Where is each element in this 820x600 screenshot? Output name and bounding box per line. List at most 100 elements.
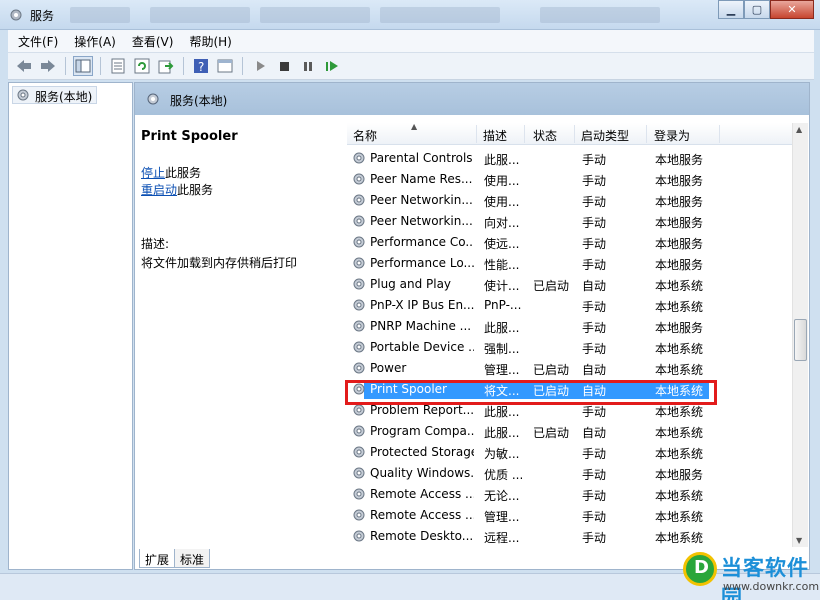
service-gear-icon: [352, 529, 366, 546]
tree-item-services-local[interactable]: 服务(本地): [12, 86, 98, 104]
stop-service-icon[interactable]: [274, 56, 294, 76]
service-row[interactable]: Peer Networkin... 向对... 手动 本地服务: [347, 211, 793, 232]
forward-icon[interactable]: [38, 56, 58, 76]
tab-extended[interactable]: 扩展: [139, 549, 176, 568]
scroll-up-icon[interactable]: ▲: [796, 125, 802, 134]
service-startup-type: 手动: [582, 153, 607, 167]
service-startup-type: 手动: [582, 489, 607, 503]
service-row[interactable]: Performance Co... 使远... 手动 本地服务: [347, 232, 793, 253]
service-row[interactable]: Peer Networkin... 使用... 手动 本地服务: [347, 190, 793, 211]
service-status: 已启动: [533, 426, 570, 440]
service-row[interactable]: Protected Storage 为敏... 手动 本地系统: [347, 442, 793, 463]
services-list: ▲ 名称 描述 状态 启动类型 登录为 Parental Controls 此服.…: [347, 123, 793, 547]
background-tab-ghost: [260, 7, 370, 23]
column-header-startup-type[interactable]: 启动类型: [581, 127, 629, 144]
service-gear-icon: [352, 445, 366, 462]
service-row[interactable]: Parental Controls 此服... 手动 本地服务: [347, 148, 793, 169]
restart-service-link[interactable]: 重启动: [141, 183, 177, 197]
scrollbar-thumb[interactable]: [794, 319, 807, 361]
column-header-logon-as[interactable]: 登录为: [654, 127, 690, 144]
service-name: Remote Access ...: [370, 508, 474, 522]
service-row[interactable]: Plug and Play 使计... 已启动 自动 本地系统: [347, 274, 793, 295]
column-header-name[interactable]: 名称: [353, 127, 377, 144]
service-row[interactable]: Peer Name Res... 使用... 手动 本地服务: [347, 169, 793, 190]
minimize-button[interactable]: ▁: [718, 0, 744, 19]
service-row[interactable]: Performance Lo... 性能... 手动 本地服务: [347, 253, 793, 274]
restart-link-suffix: 此服务: [177, 183, 214, 197]
service-description: 强制...: [484, 342, 520, 356]
service-row[interactable]: Remote Access ... 无论... 手动 本地系统: [347, 484, 793, 505]
service-name: Plug and Play: [370, 277, 452, 291]
service-logon-as: 本地服务: [655, 321, 704, 335]
services-app-icon: [8, 7, 24, 23]
service-row[interactable]: Quality Windows... 优质 ... 手动 本地服务: [347, 463, 793, 484]
start-service-icon[interactable]: [250, 56, 270, 76]
menu-file[interactable]: 文件(F): [18, 33, 58, 50]
service-description: 使用...: [484, 174, 520, 188]
background-tab-ghost: [150, 7, 250, 23]
service-description: 使远...: [484, 237, 520, 251]
service-description: 无论...: [484, 489, 520, 503]
service-row[interactable]: PNRP Machine ... 此服... 手动 本地服务: [347, 316, 793, 337]
service-gear-icon: [352, 277, 366, 294]
tree-item-label: 服务(本地): [35, 90, 93, 104]
service-name: Program Compa...: [370, 424, 474, 438]
service-row[interactable]: Power 管理... 已启动 自动 本地系统: [347, 358, 793, 379]
pause-service-icon[interactable]: [298, 56, 318, 76]
service-startup-type: 手动: [582, 531, 607, 545]
service-startup-type: 手动: [582, 300, 607, 314]
console-icon[interactable]: [215, 56, 235, 76]
service-name: Remote Access ...: [370, 487, 474, 501]
service-logon-as: 本地系统: [655, 489, 704, 503]
properties-icon[interactable]: [108, 56, 128, 76]
service-name: Parental Controls: [370, 151, 473, 165]
column-separator[interactable]: [719, 125, 720, 143]
service-logon-as: 本地服务: [655, 174, 704, 188]
menu-view[interactable]: 查看(V): [132, 33, 174, 50]
service-logon-as: 本地系统: [655, 279, 704, 293]
service-gear-icon: [352, 256, 366, 273]
column-header-description[interactable]: 描述: [483, 127, 507, 144]
service-name: Power: [370, 361, 407, 375]
close-button[interactable]: ✕: [770, 0, 814, 19]
help-icon[interactable]: ?: [191, 56, 211, 76]
service-actions: 停止此服务 重启动此服务: [141, 165, 341, 199]
service-row[interactable]: Program Compa... 此服... 已启动 自动 本地系统: [347, 421, 793, 442]
service-gear-icon: [352, 319, 366, 336]
service-description: 优质 ...: [484, 468, 522, 482]
service-gear-icon: [352, 508, 366, 525]
maximize-button[interactable]: ▢: [744, 0, 770, 19]
service-description: 此服...: [484, 426, 520, 440]
service-startup-type: 手动: [582, 321, 607, 335]
selected-service-name: Print Spooler: [141, 129, 238, 144]
watermark-url: www.downkr.com: [723, 580, 820, 593]
service-row[interactable]: Remote Deskto... 远程... 手动 本地系统: [347, 526, 793, 547]
refresh-icon[interactable]: [132, 56, 152, 76]
toolbar-separator: [242, 57, 243, 75]
tab-standard[interactable]: 标准: [174, 549, 211, 568]
service-row[interactable]: Remote Access ... 管理... 手动 本地系统: [347, 505, 793, 526]
export-icon[interactable]: [156, 56, 176, 76]
service-row[interactable]: PnP-X IP Bus En... PnP-... 手动 本地系统: [347, 295, 793, 316]
menu-help[interactable]: 帮助(H): [189, 33, 231, 50]
service-name: Quality Windows...: [370, 466, 474, 480]
service-startup-type: 手动: [582, 216, 607, 230]
show-hide-tree-icon[interactable]: [73, 56, 93, 76]
column-separator[interactable]: [524, 125, 525, 143]
column-header-status[interactable]: 状态: [533, 127, 557, 144]
background-tab-ghost: [380, 7, 500, 23]
service-gear-icon: [352, 298, 366, 315]
back-icon[interactable]: [14, 56, 34, 76]
column-separator[interactable]: [646, 125, 647, 143]
restart-service-icon[interactable]: [322, 56, 342, 76]
service-gear-icon: [352, 424, 366, 441]
column-separator[interactable]: [476, 125, 477, 143]
service-gear-icon: [352, 193, 366, 210]
stop-service-link[interactable]: 停止: [141, 166, 165, 180]
window-controls: ▁ ▢ ✕: [718, 0, 814, 19]
menu-action[interactable]: 操作(A): [74, 33, 116, 50]
service-row[interactable]: Portable Device ... 强制... 手动 本地系统: [347, 337, 793, 358]
scroll-down-icon[interactable]: ▼: [796, 536, 802, 545]
vertical-scrollbar[interactable]: ▲ ▼: [792, 123, 808, 547]
column-separator[interactable]: [574, 125, 575, 143]
